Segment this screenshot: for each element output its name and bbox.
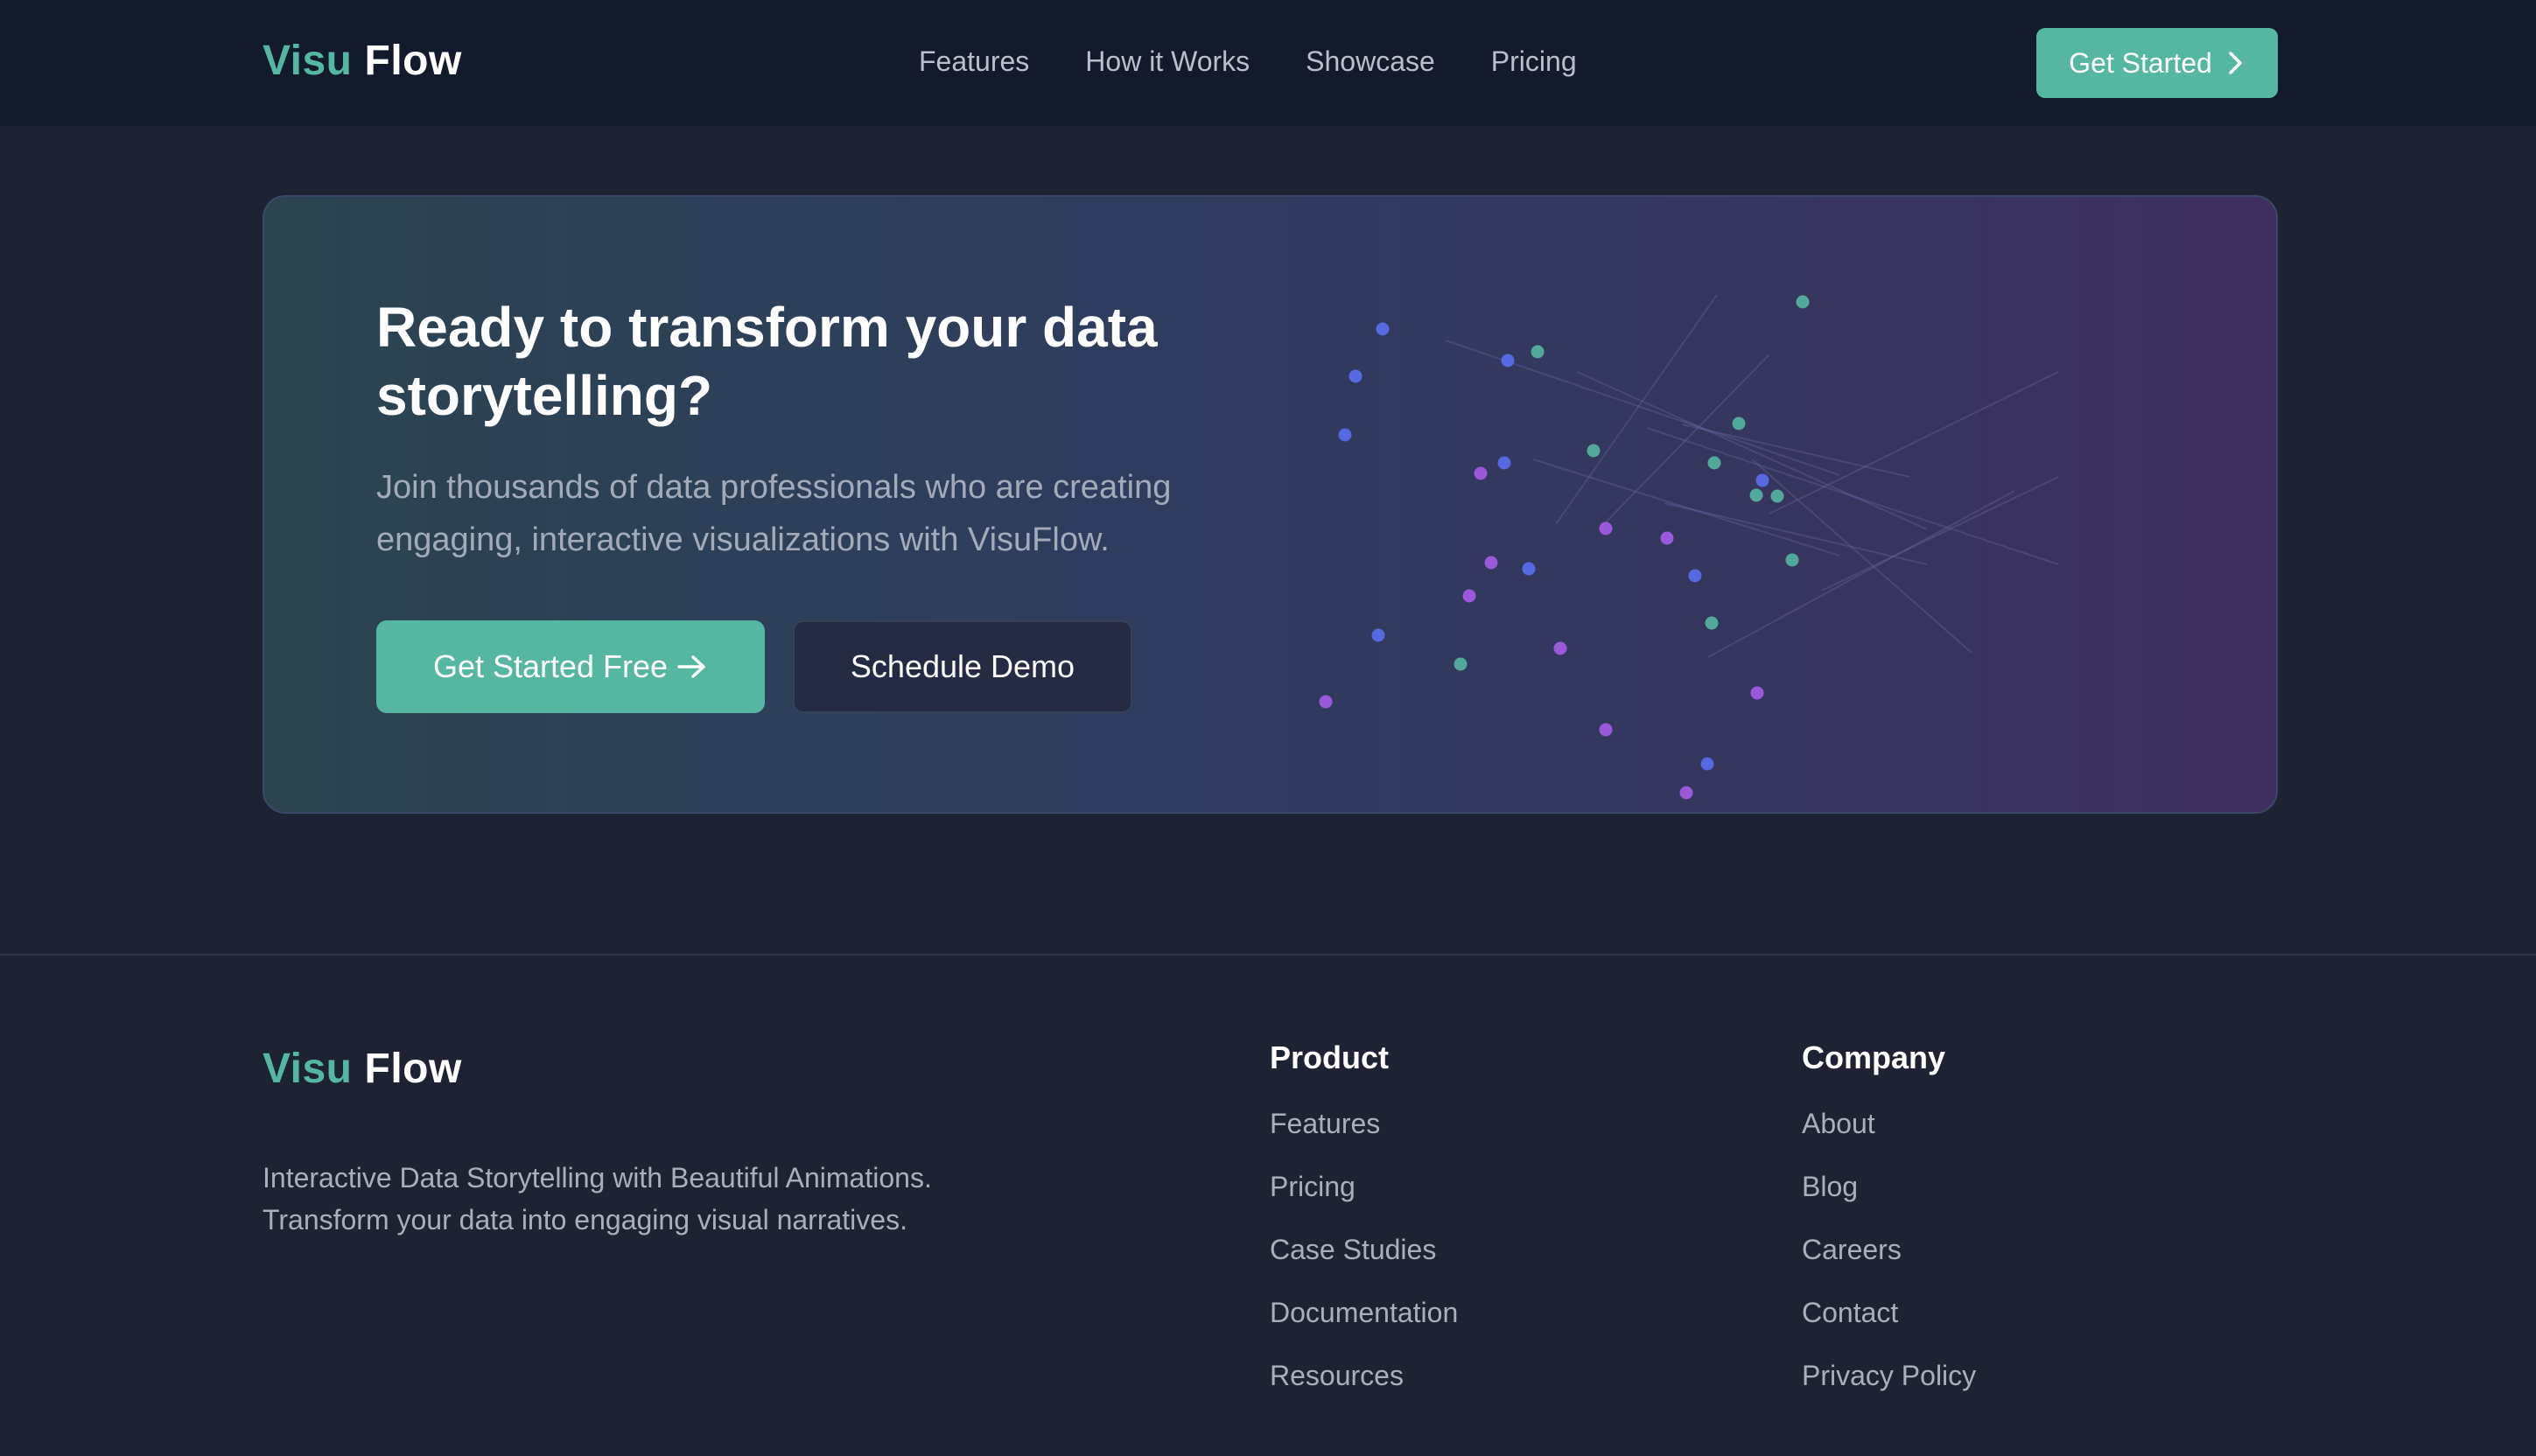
footer-heading-company: Company <box>1802 1040 1946 1075</box>
network-dot <box>1454 657 1468 671</box>
network-dot <box>1700 757 1714 771</box>
network-line <box>1821 476 2059 592</box>
top-navbar: Visu Flow Features How it Works Showcase … <box>0 0 2536 126</box>
network-dot <box>1338 428 1352 442</box>
footer-description: Interactive Data Storytelling with Beaut… <box>263 1162 932 1236</box>
network-dot <box>1319 695 1333 709</box>
footer-heading-product: Product <box>1270 1040 1390 1075</box>
nav-link-pricing[interactable]: Pricing <box>1491 46 1577 78</box>
footer-divider <box>0 954 2536 956</box>
footer-logo-visu: Visu <box>263 1046 353 1092</box>
network-dot <box>1785 553 1799 567</box>
network-dot <box>1474 466 1488 480</box>
nav-link-how-it-works[interactable]: How it Works <box>1085 46 1250 78</box>
network-dot <box>1349 369 1363 383</box>
network-dot <box>1484 556 1498 570</box>
footer-column-company: Company About Blog Careers Contact Priva… <box>1802 1040 1976 1421</box>
network-dot <box>1749 488 1763 502</box>
chevron-right-icon <box>2229 52 2242 74</box>
footer-link-pricing[interactable]: Pricing <box>1270 1169 1458 1232</box>
network-dot <box>1679 786 1693 800</box>
network-line <box>1646 427 2059 565</box>
footer-link-privacy-policy[interactable]: Privacy Policy <box>1802 1358 1976 1421</box>
footer-link-contact[interactable]: Contact <box>1802 1295 1976 1358</box>
nav-link-features[interactable]: Features <box>919 46 1029 78</box>
footer-link-blog[interactable]: Blog <box>1802 1169 1976 1232</box>
network-dot <box>1587 444 1601 458</box>
schedule-demo-label: Schedule Demo <box>850 648 1075 684</box>
network-dot <box>1796 295 1810 309</box>
schedule-demo-button[interactable]: Schedule Demo <box>793 620 1132 713</box>
network-line <box>1707 490 2015 658</box>
network-dot <box>1599 723 1613 737</box>
network-line <box>1751 458 1972 653</box>
footer-logo[interactable]: Visu Flow <box>263 1045 462 1093</box>
network-dot <box>1522 562 1536 576</box>
network-dot <box>1770 489 1784 503</box>
network-line <box>1769 371 2059 514</box>
network-dot <box>1755 473 1769 487</box>
arrow-right-icon <box>677 655 705 678</box>
network-dot <box>1531 345 1545 359</box>
footer-link-careers[interactable]: Careers <box>1802 1232 1976 1295</box>
network-dot <box>1707 456 1721 470</box>
cta-title: Ready to transform your data storytellin… <box>376 296 1158 427</box>
footer-column-product: Product Features Pricing Case Studies Do… <box>1270 1040 1458 1421</box>
cta-section: Ready to transform your data storytellin… <box>263 195 2278 814</box>
network-line <box>1532 458 1840 556</box>
footer-link-about[interactable]: About <box>1802 1106 1976 1169</box>
footer-link-resources[interactable]: Resources <box>1270 1358 1458 1421</box>
logo-visu: Visu <box>263 38 353 84</box>
network-line <box>1576 371 1928 530</box>
logo-flow: Flow <box>364 38 462 84</box>
get-started-free-label: Get Started Free <box>432 648 669 684</box>
network-dot <box>1497 456 1511 470</box>
network-dot <box>1462 589 1476 603</box>
network-dot <box>1371 628 1385 642</box>
get-started-free-button[interactable]: Get Started Free <box>376 620 765 713</box>
nav-link-showcase[interactable]: Showcase <box>1306 46 1435 78</box>
network-dot <box>1688 569 1702 583</box>
network-dot <box>1553 641 1567 655</box>
network-dot <box>1501 354 1515 368</box>
cta-subtitle: Join thousands of data professionals who… <box>376 469 1172 558</box>
footer-link-documentation[interactable]: Documentation <box>1270 1295 1458 1358</box>
footer-link-case-studies[interactable]: Case Studies <box>1270 1232 1458 1295</box>
get-started-button[interactable]: Get Started <box>2036 28 2278 98</box>
network-dot <box>1732 416 1746 430</box>
network-dot <box>1376 322 1390 336</box>
network-dot <box>1599 522 1613 536</box>
footer-logo-flow: Flow <box>364 1046 462 1092</box>
get-started-label: Get Started <box>2069 46 2212 79</box>
landing-page: Visu Flow Features How it Works Showcase … <box>0 0 2536 1456</box>
header-logo[interactable]: Visu Flow <box>263 37 462 85</box>
nav-links: Features How it Works Showcase Pricing <box>919 46 1577 78</box>
network-dot <box>1750 686 1764 700</box>
network-dot <box>1705 616 1719 630</box>
footer-link-features[interactable]: Features <box>1270 1106 1458 1169</box>
network-dot <box>1660 531 1674 545</box>
